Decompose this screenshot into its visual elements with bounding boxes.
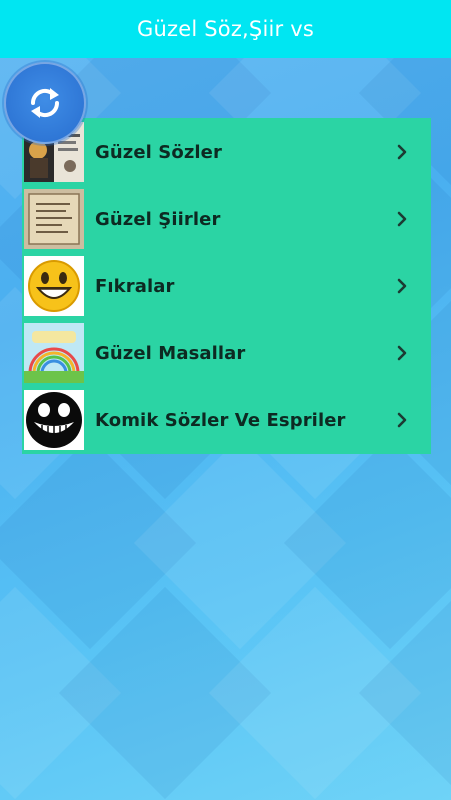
fairytale-rainbow-thumbnail [24, 323, 84, 383]
menu-item-fikralar[interactable]: Fıkralar [22, 254, 431, 318]
menu-item-komik-sozler[interactable]: Komik Sözler Ve Espriler [22, 388, 431, 452]
chevron-right-icon [397, 278, 407, 294]
menu-item-label: Güzel Şiirler [95, 208, 221, 230]
laughing-smiley-thumbnail [24, 256, 84, 316]
refresh-icon [30, 88, 60, 118]
chevron-right-icon [397, 144, 407, 160]
menu-item-guzel-sozler[interactable]: Güzel Sözler [22, 120, 431, 184]
refresh-button[interactable] [4, 62, 86, 144]
dark-grin-face-thumbnail [24, 390, 84, 450]
parchment-poem-thumbnail [24, 189, 84, 249]
app-title: Güzel Söz,Şiir vs [137, 17, 314, 41]
menu-item-label: Komik Sözler Ve Espriler [95, 409, 346, 431]
app-bar: Güzel Söz,Şiir vs [0, 0, 451, 58]
menu-item-guzel-siirler[interactable]: Güzel Şiirler [22, 187, 431, 251]
chevron-right-icon [397, 211, 407, 227]
category-menu: Güzel Sözler Güzel Şiirler Fıkralar Güze… [22, 118, 431, 454]
menu-item-guzel-masallar[interactable]: Güzel Masallar [22, 321, 431, 385]
chevron-right-icon [397, 345, 407, 361]
menu-item-label: Güzel Sözler [95, 141, 222, 163]
chevron-right-icon [397, 412, 407, 428]
menu-item-label: Güzel Masallar [95, 342, 246, 364]
menu-item-label: Fıkralar [95, 275, 175, 297]
